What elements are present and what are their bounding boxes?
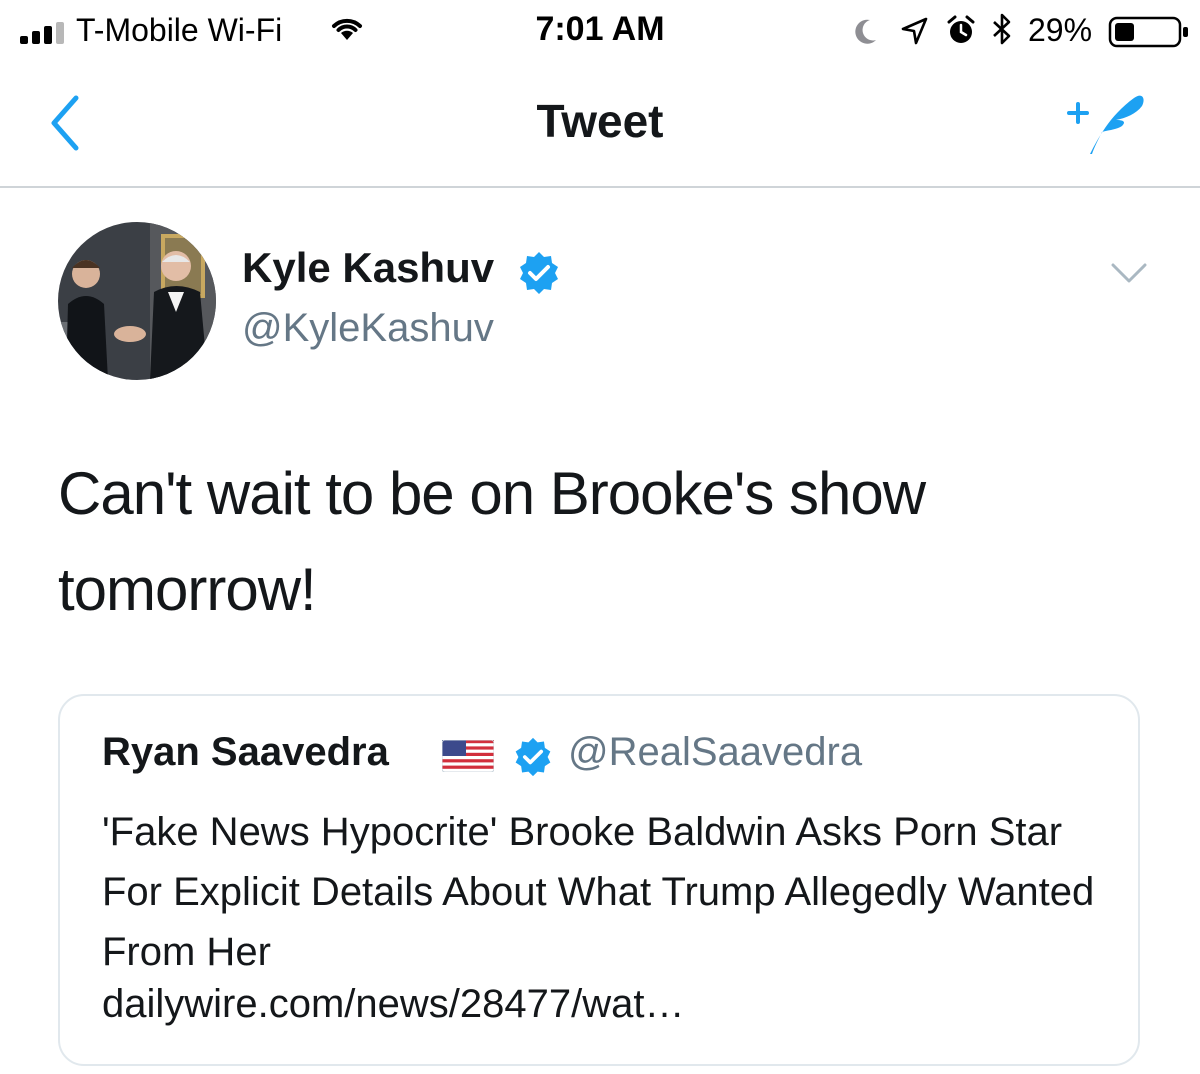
status-bar: T-Mobile Wi-Fi 7:01 AM 29%: [0, 0, 1200, 62]
avatar-photo: [58, 222, 216, 380]
quoted-tweet-card[interactable]: Ryan Saavedra @RealSaavedra 'Fake News H…: [58, 694, 1140, 1066]
battery-icon: [1108, 16, 1188, 48]
us-flag-icon: [442, 740, 494, 772]
status-time: 7:01 AM: [535, 10, 665, 48]
nav-bar: Tweet: [0, 62, 1200, 188]
avatar[interactable]: [58, 222, 216, 380]
moon-icon: [855, 19, 876, 44]
tweet-text: Can't wait to be on Brooke's show tomorr…: [58, 460, 926, 623]
quoted-tweet-text: 'Fake News Hypocrite' Brooke Baldwin Ask…: [102, 810, 1095, 974]
quoted-author-handle: @RealSaavedra: [568, 730, 863, 774]
author-name[interactable]: Kyle Kashuv: [242, 244, 494, 292]
alarm-icon: [947, 15, 975, 43]
compose-tweet-button[interactable]: [1066, 88, 1146, 158]
chevron-down-icon: [1111, 263, 1147, 283]
verified-icon: [515, 737, 551, 777]
bluetooth-icon: [993, 13, 1011, 45]
verified-icon: [520, 252, 558, 294]
author-handle[interactable]: @KyleKashuv: [242, 306, 494, 351]
quoted-author-name: Ryan Saavedra: [102, 730, 389, 774]
location-icon: [901, 17, 928, 45]
tweet-options-button[interactable]: [1108, 256, 1150, 290]
page-title: Tweet: [536, 95, 664, 147]
quoted-tweet-link[interactable]: dailywire.com/news/28477/wat…: [102, 982, 684, 1027]
compose-tweet-icon: [1067, 95, 1144, 154]
battery-percent: 29%: [1028, 12, 1093, 48]
